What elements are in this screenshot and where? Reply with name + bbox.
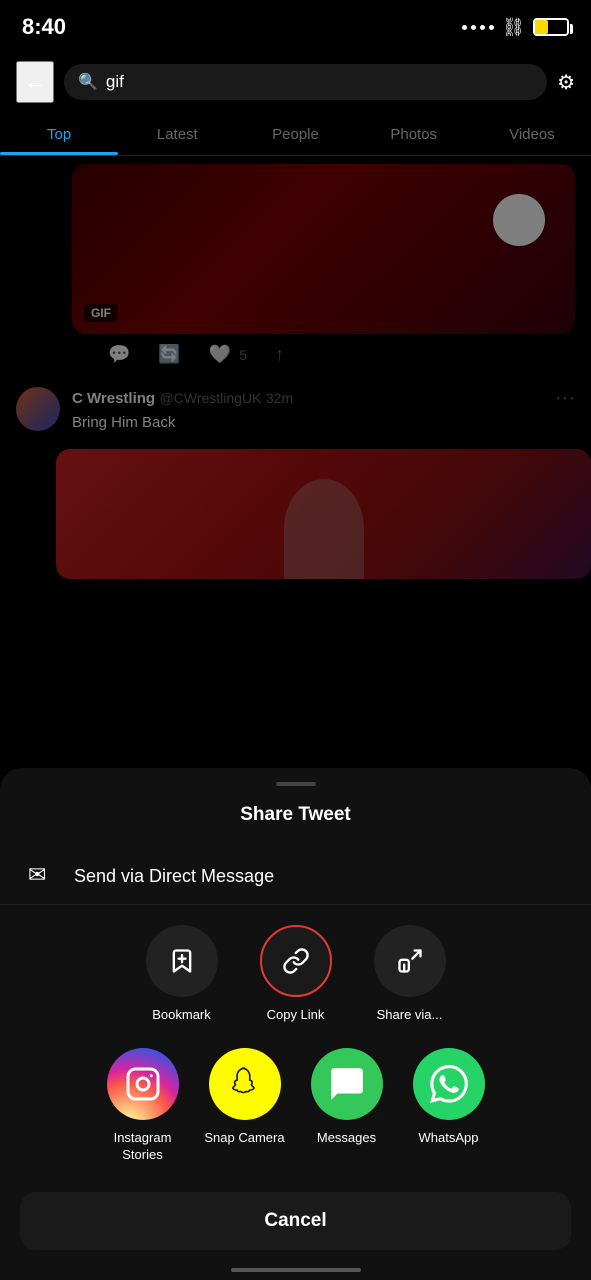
snapchat-label: Snap Camera xyxy=(204,1130,284,1147)
whatsapp-label: WhatsApp xyxy=(419,1130,479,1147)
sheet-handle xyxy=(276,782,316,786)
search-query: gif xyxy=(106,72,124,92)
tabs-bar: Top Latest People Photos Videos xyxy=(0,110,591,156)
apps-row: Instagram Stories Snap Camera Messages xyxy=(0,1048,591,1188)
bottom-sheet: Share Tweet ✉ Send via Direct Message Bo… xyxy=(0,768,591,1280)
messages-icon xyxy=(311,1048,383,1120)
dm-row[interactable]: ✉ Send via Direct Message xyxy=(0,848,591,905)
dm-label: Send via Direct Message xyxy=(74,866,274,887)
tab-top[interactable]: Top xyxy=(0,126,118,155)
share-via-circle xyxy=(374,925,446,997)
instagram-label: Instagram Stories xyxy=(99,1130,187,1164)
tab-videos[interactable]: Videos xyxy=(473,126,591,155)
messages-label: Messages xyxy=(317,1130,376,1147)
tab-underline xyxy=(0,152,118,155)
search-icon: 🔍 xyxy=(78,72,98,92)
instagram-icon xyxy=(107,1048,179,1120)
link-status-icon: ⛓ xyxy=(502,17,525,38)
cancel-button[interactable]: Cancel xyxy=(20,1192,571,1250)
home-indicator xyxy=(231,1268,361,1272)
signal-icon xyxy=(462,25,494,30)
app-item-whatsapp[interactable]: WhatsApp xyxy=(405,1048,493,1147)
search-input-wrap[interactable]: 🔍 gif xyxy=(64,64,547,100)
filter-icon[interactable]: ⚙ xyxy=(557,70,575,95)
app-item-instagram[interactable]: Instagram Stories xyxy=(99,1048,187,1164)
back-button[interactable]: ← xyxy=(16,61,54,103)
whatsapp-icon xyxy=(413,1048,485,1120)
bookmark-label: Bookmark xyxy=(152,1007,211,1024)
status-bar: 8:40 ⛓ xyxy=(0,0,591,54)
dim-overlay xyxy=(0,156,591,646)
action-item-bookmark[interactable]: Bookmark xyxy=(137,925,227,1024)
app-item-snapchat[interactable]: Snap Camera xyxy=(201,1048,289,1147)
tab-people[interactable]: People xyxy=(236,126,354,155)
status-icons: ⛓ xyxy=(462,17,569,38)
actions-row: Bookmark Copy Link Share v xyxy=(0,925,591,1048)
app-item-messages[interactable]: Messages xyxy=(303,1048,391,1147)
sheet-title: Share Tweet xyxy=(0,804,591,826)
snapchat-icon xyxy=(209,1048,281,1120)
copy-link-circle xyxy=(260,925,332,997)
tab-photos[interactable]: Photos xyxy=(355,126,473,155)
bookmark-circle xyxy=(146,925,218,997)
battery-icon xyxy=(533,18,569,36)
share-via-label: Share via... xyxy=(377,1007,443,1024)
tab-latest[interactable]: Latest xyxy=(118,126,236,155)
status-time: 8:40 xyxy=(22,14,66,40)
action-item-copy-link[interactable]: Copy Link xyxy=(251,925,341,1024)
copy-link-label: Copy Link xyxy=(267,1007,325,1024)
search-bar: ← 🔍 gif ⚙ xyxy=(0,54,591,110)
dm-icon: ✉ xyxy=(28,862,56,890)
action-item-share-via[interactable]: Share via... xyxy=(365,925,455,1024)
